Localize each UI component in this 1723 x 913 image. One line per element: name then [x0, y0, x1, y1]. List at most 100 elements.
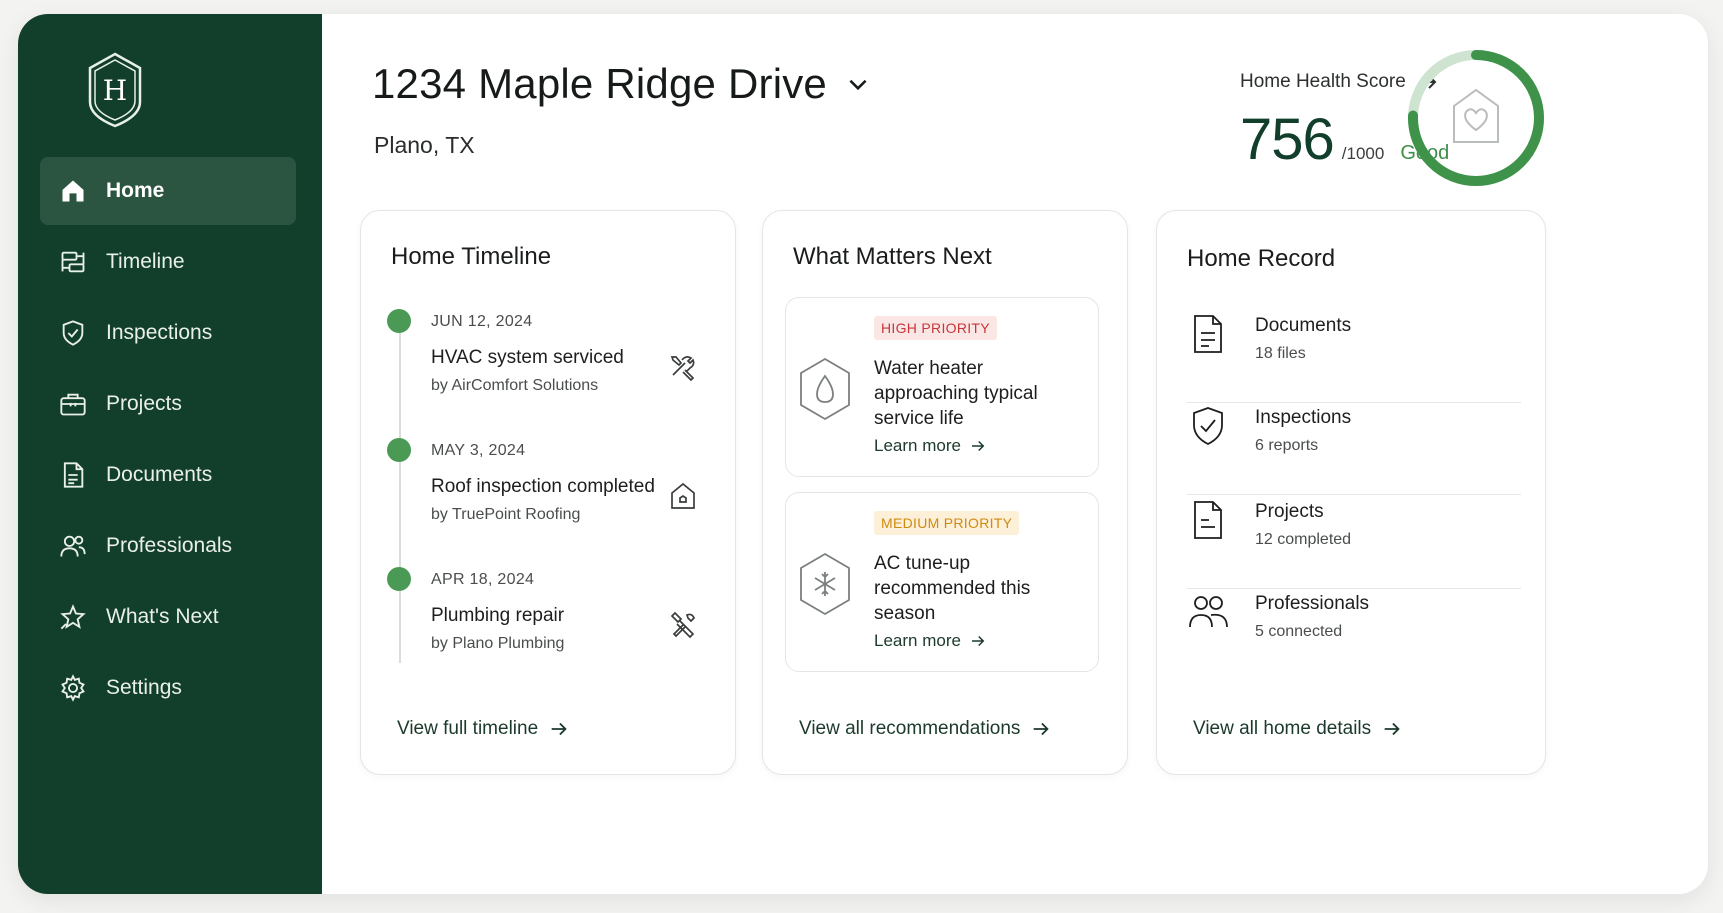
sidebar-item-professionals[interactable]: Professionals — [40, 512, 296, 580]
timeline-date: MAY 3, 2024 — [431, 442, 526, 459]
document-icon — [58, 460, 88, 490]
learn-more-link[interactable]: Learn more — [874, 436, 987, 456]
timeline-title: Roof inspection completed — [431, 476, 655, 497]
timeline-item[interactable]: APR 18, 2024 Plumbing repair by Plano Pl… — [387, 567, 707, 667]
sidebar-item-home[interactable]: Home — [40, 157, 296, 225]
learn-more-label: Learn more — [874, 631, 961, 650]
water-drop-icon — [800, 357, 850, 421]
home-timeline-card: Home Timeline JUN 12, 2024 HVAC system s… — [360, 210, 736, 775]
shield-check-icon — [58, 318, 88, 348]
sidebar-item-label: Documents — [106, 463, 213, 486]
timeline-title: HVAC system serviced — [431, 347, 624, 368]
sidebar-item-inspections[interactable]: Inspections — [40, 299, 296, 367]
health-score-max: /1000 — [1341, 144, 1385, 163]
priority-badge: HIGH PRIORITY — [874, 316, 997, 340]
sidebar-item-projects[interactable]: Projects — [40, 370, 296, 438]
toolbox-icon — [58, 389, 88, 419]
health-score-label: Home Health Score — [1240, 71, 1406, 92]
record-item-documents[interactable]: Documents 18 files — [1187, 311, 1521, 403]
record-item-name: Inspections — [1255, 407, 1352, 428]
sidebar-item-label: Projects — [106, 392, 182, 415]
people-icon — [1189, 596, 1228, 628]
timeline-date: APR 18, 2024 — [431, 571, 535, 588]
recommendation-text: Water heater approaching typical service… — [874, 358, 1038, 429]
arrow-right-icon — [551, 722, 567, 736]
card-title: Home Timeline — [391, 243, 552, 270]
arrow-right-icon — [1034, 722, 1050, 736]
star-icon — [58, 602, 88, 632]
timeline-dot — [387, 309, 411, 333]
record-item-count: 6 reports — [1255, 437, 1319, 454]
footer-link-label: View all home details — [1193, 718, 1372, 739]
record-item-name: Professionals — [1255, 593, 1370, 614]
people-icon — [58, 531, 88, 561]
clipboard-icon — [1194, 501, 1222, 539]
address-selector[interactable]: 1234 Maple Ridge Drive — [372, 60, 871, 108]
record-item-count: 18 files — [1255, 345, 1306, 362]
sidebar-item-label: Inspections — [106, 321, 213, 344]
priority-badge: MEDIUM PRIORITY — [874, 511, 1020, 535]
footer-link-label: View all recommendations — [799, 718, 1021, 739]
main-content: 1234 Maple Ridge Drive Plano, TX Home He… — [322, 14, 1708, 894]
timeline-dot — [387, 567, 411, 591]
sidebar-item-label: Professionals — [106, 534, 233, 557]
record-item-professionals[interactable]: Professionals 5 connected — [1187, 589, 1521, 681]
tools-icon — [670, 356, 695, 382]
record-item-inspections[interactable]: Inspections 6 reports — [1187, 403, 1521, 495]
gear-icon — [58, 673, 88, 703]
record-item-name: Documents — [1255, 315, 1352, 336]
card-title: What Matters Next — [793, 243, 992, 270]
timeline-icon — [58, 247, 88, 277]
card-title: Home Record — [1187, 245, 1336, 272]
timeline-provider: by TruePoint Roofing — [431, 506, 581, 523]
wrench-icon — [670, 611, 695, 639]
document-icon — [1194, 315, 1222, 353]
snowflake-icon — [800, 552, 850, 616]
logo-shield-icon: H — [88, 52, 142, 128]
home-icon — [58, 176, 88, 206]
record-item-count: 5 connected — [1255, 623, 1343, 640]
footer-link-label: View full timeline — [397, 718, 539, 739]
learn-more-label: Learn more — [874, 436, 961, 455]
record-item-count: 12 completed — [1255, 531, 1352, 548]
arrow-right-icon — [1384, 722, 1400, 736]
city-label: Plano, TX — [374, 132, 475, 158]
arrow-right-icon — [971, 635, 985, 647]
what-matters-next-card: What Matters Next HIGH PRIORITY Water he… — [762, 210, 1128, 775]
health-score-value: 756 — [1240, 107, 1335, 172]
timeline-item[interactable]: JUN 12, 2024 HVAC system serviced by Air… — [387, 309, 707, 409]
record-item-projects[interactable]: Projects 12 completed — [1187, 497, 1521, 589]
app-window: H Home Timeline Inspections Projects Doc… — [18, 14, 1708, 894]
sidebar-nav: Home Timeline Inspections Projects Docum… — [40, 157, 296, 725]
timeline-dot — [387, 438, 411, 462]
brand-logo[interactable]: H — [84, 50, 146, 130]
view-full-timeline-link[interactable]: View full timeline — [397, 718, 570, 740]
timeline-item[interactable]: MAY 3, 2024 Roof inspection completed by… — [387, 438, 707, 538]
timeline-date: JUN 12, 2024 — [431, 313, 533, 330]
sidebar-item-settings[interactable]: Settings — [40, 654, 296, 722]
arrow-right-icon — [971, 440, 985, 452]
shield-check-icon — [1193, 407, 1223, 446]
sidebar-item-label: What's Next — [106, 605, 219, 628]
sidebar-item-timeline[interactable]: Timeline — [40, 228, 296, 296]
sidebar-item-whats-next[interactable]: What's Next — [40, 583, 296, 651]
learn-more-link[interactable]: Learn more — [874, 631, 987, 651]
recommendation-text: AC tune-up recommended this season — [874, 553, 1031, 624]
record-item-name: Projects — [1255, 501, 1324, 522]
house-heart-icon — [1453, 88, 1499, 143]
timeline-provider: by AirComfort Solutions — [431, 377, 599, 394]
sidebar-item-label: Home — [106, 179, 165, 202]
house-icon — [671, 482, 695, 509]
view-all-recommendations-link[interactable]: View all recommendations — [799, 718, 1052, 740]
timeline-provider: by Plano Plumbing — [431, 635, 565, 652]
recommendation-card[interactable]: MEDIUM PRIORITY AC tune-up recommended t… — [785, 492, 1099, 672]
sidebar-item-label: Timeline — [106, 250, 185, 273]
sidebar-item-documents[interactable]: Documents — [40, 441, 296, 509]
page-title: 1234 Maple Ridge Drive — [372, 60, 827, 107]
chevron-down-icon[interactable] — [845, 71, 871, 97]
view-all-home-details-link[interactable]: View all home details — [1193, 718, 1403, 740]
sidebar: H Home Timeline Inspections Projects Doc… — [18, 14, 322, 894]
recommendation-card[interactable]: HIGH PRIORITY Water heater approaching t… — [785, 297, 1099, 477]
svg-text:H: H — [103, 74, 127, 107]
timeline-title: Plumbing repair — [431, 605, 565, 626]
